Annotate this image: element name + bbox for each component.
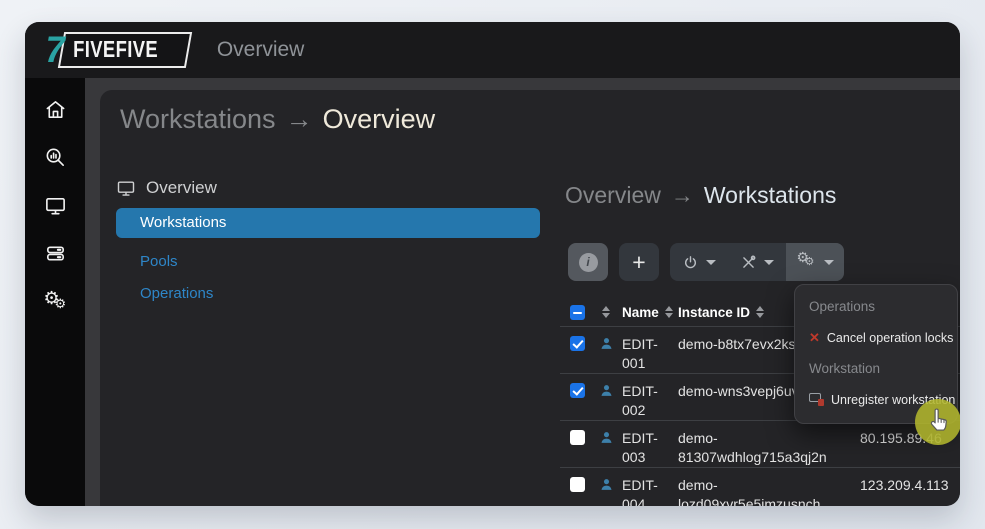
actions-button-group: ⚙⚙ xyxy=(670,243,844,281)
user-icon xyxy=(596,335,616,352)
breadcrumb-parent[interactable]: Workstations xyxy=(120,104,276,134)
user-icon xyxy=(596,382,616,399)
instance-id: demo- xyxy=(678,429,856,448)
workstation-name: EDIT- xyxy=(622,476,674,495)
tools-icon xyxy=(740,254,757,271)
chevron-down-icon xyxy=(824,260,834,265)
row-checkbox[interactable] xyxy=(570,477,585,492)
gears-icon: ⚙⚙ xyxy=(797,253,817,271)
instance-id: demo-lozd09xvr5e5jmzusnch xyxy=(678,476,856,506)
nav-item-pools[interactable]: Pools xyxy=(116,253,540,270)
monitor-remove-icon xyxy=(809,393,824,406)
tools-dropdown-button[interactable] xyxy=(728,243,786,281)
breadcrumb-current: Overview xyxy=(323,104,436,134)
sort-icon[interactable] xyxy=(756,306,764,318)
workstation-name: EDIT- xyxy=(622,382,674,401)
info-icon: i xyxy=(579,253,598,272)
row-checkbox[interactable] xyxy=(570,430,585,445)
column-header-name[interactable]: Name xyxy=(622,303,659,322)
sidebar: ⚙⚙ xyxy=(25,78,85,506)
servers-icon[interactable] xyxy=(44,242,67,265)
app-window: 7 FIVEFIVE Overview ⚙⚙ Workstations→Over… xyxy=(25,22,960,506)
breadcrumb: Workstations → Overview xyxy=(120,104,435,135)
select-all-checkbox[interactable] xyxy=(570,305,585,320)
sort-icon[interactable] xyxy=(602,306,610,318)
logo-text: FIVEFIVE xyxy=(73,36,158,63)
workstations-toolbar: i + ⚙⚙ xyxy=(568,243,844,281)
row-checkbox[interactable] xyxy=(570,383,585,398)
nav-item-workstations[interactable]: Workstations xyxy=(116,208,540,238)
ws-breadcrumb-arrow-icon: → xyxy=(671,182,694,208)
power-icon xyxy=(682,254,699,271)
nav-item-operations[interactable]: Operations xyxy=(116,285,540,302)
main-panel: Workstations → Overview Overview Workstati… xyxy=(100,90,960,506)
settings-dropdown-button[interactable]: ⚙⚙ xyxy=(786,243,844,281)
settings-dropdown-menu: Operations ✕ Cancel operation locks Work… xyxy=(794,284,958,424)
breadcrumb-arrow-icon: → xyxy=(286,104,313,134)
logo-box: FIVEFIVE xyxy=(57,32,192,68)
settings-gears-icon[interactable]: ⚙⚙ xyxy=(44,290,67,313)
column-header-instance-id[interactable]: Instance ID xyxy=(678,303,750,322)
user-icon xyxy=(596,476,616,493)
page-title: Overview xyxy=(217,38,305,62)
fivefive-logo: 7 FIVEFIVE xyxy=(45,32,189,69)
red-x-icon: ✕ xyxy=(809,331,820,344)
nav-header-label: Overview xyxy=(146,178,217,198)
row-checkbox[interactable] xyxy=(570,336,585,351)
workstations-breadcrumb: Overview → Workstations xyxy=(565,182,836,209)
chevron-down-icon xyxy=(764,260,774,265)
workstations-monitor-icon[interactable] xyxy=(44,194,67,217)
menu-section-operations: Operations xyxy=(809,291,957,322)
menu-item-cancel-operation-locks[interactable]: ✕ Cancel operation locks xyxy=(809,322,957,353)
chevron-down-icon xyxy=(706,260,716,265)
analytics-search-icon[interactable] xyxy=(44,146,67,169)
workstation-name: EDIT- xyxy=(622,429,674,448)
ip-address: 80.195.89.46 xyxy=(860,429,960,448)
info-button[interactable]: i xyxy=(568,243,608,281)
ws-breadcrumb-current: Workstations xyxy=(704,182,837,208)
power-dropdown-button[interactable] xyxy=(670,243,728,281)
ip-address: 123.209.4.113 xyxy=(860,476,960,495)
home-icon[interactable] xyxy=(44,98,67,121)
nav-header: Overview xyxy=(116,178,540,198)
menu-section-workstation: Workstation xyxy=(809,353,957,384)
overview-nav: Overview Workstations Pools Operations xyxy=(116,178,540,302)
table-row[interactable]: EDIT-004 demo-lozd09xvr5e5jmzusnch 123.2… xyxy=(560,468,960,506)
menu-item-unregister-workstation[interactable]: Unregister workstation xyxy=(809,384,957,415)
workstation-name: EDIT- xyxy=(622,335,674,354)
table-row[interactable]: EDIT-003 demo-81307wdhlog715a3qj2n 80.19… xyxy=(560,421,960,468)
sort-icon[interactable] xyxy=(665,306,673,318)
user-icon xyxy=(596,429,616,446)
monitor-icon xyxy=(116,178,136,198)
top-bar: 7 FIVEFIVE Overview xyxy=(25,22,960,78)
ws-breadcrumb-parent[interactable]: Overview xyxy=(565,182,661,208)
add-workstation-button[interactable]: + xyxy=(619,243,659,281)
